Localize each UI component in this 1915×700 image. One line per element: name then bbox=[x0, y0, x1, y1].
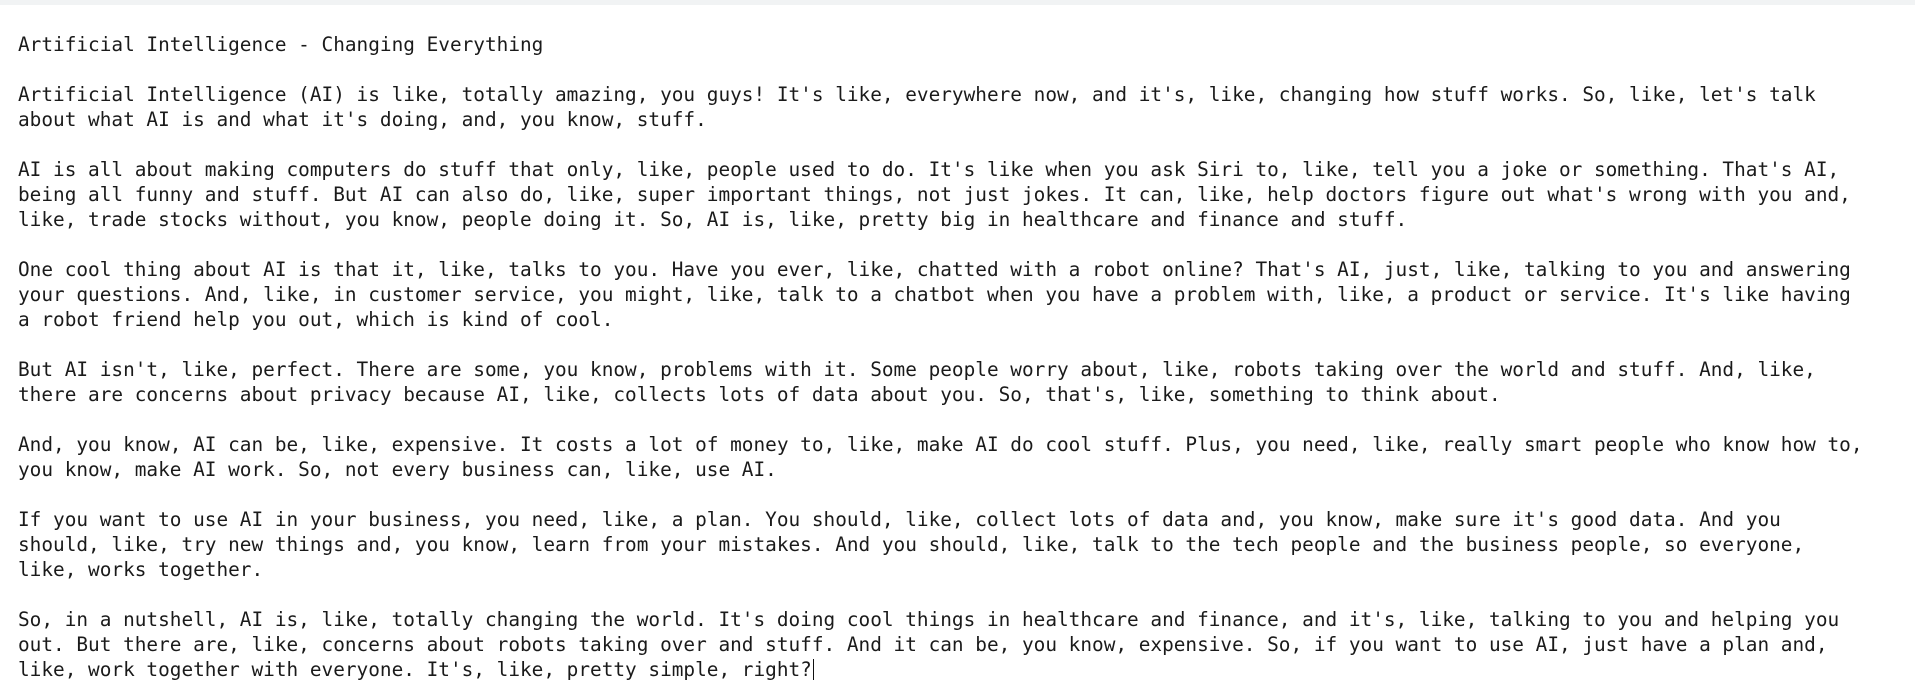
document-text-line bbox=[18, 482, 1908, 507]
document-text-line bbox=[18, 132, 1908, 157]
document-text-line: about what AI is and what it's doing, an… bbox=[18, 108, 707, 131]
document-text-line: your questions. And, like, in customer s… bbox=[18, 283, 1851, 306]
document-text-line: being all funny and stuff. But AI can al… bbox=[18, 183, 1851, 206]
document-text-line: like, trade stocks without, you know, pe… bbox=[18, 208, 1408, 231]
document-text-line: there are concerns about privacy because… bbox=[18, 383, 1501, 406]
text-cursor bbox=[812, 659, 814, 680]
document-text-line: But AI isn't, like, perfect. There are s… bbox=[18, 358, 1816, 381]
document-text-line: like, works together. bbox=[18, 558, 264, 581]
document-text-line bbox=[18, 582, 1908, 607]
document-text-line bbox=[18, 232, 1908, 257]
document-text-line bbox=[18, 332, 1908, 357]
text-editor[interactable]: Artificial Intelligence - Changing Every… bbox=[0, 0, 1915, 700]
document-text-line: So, in a nutshell, AI is, like, totally … bbox=[18, 608, 1840, 631]
document-text-line bbox=[18, 57, 1908, 82]
document-text-line: like, work together with everyone. It's,… bbox=[18, 658, 814, 681]
document-text-area[interactable]: Artificial Intelligence - Changing Every… bbox=[18, 32, 1908, 682]
document-text-line: AI is all about making computers do stuf… bbox=[18, 158, 1840, 181]
document-title-line: Artificial Intelligence - Changing Every… bbox=[18, 33, 544, 56]
document-text-line bbox=[18, 407, 1908, 432]
document-text-line: Artificial Intelligence (AI) is like, to… bbox=[18, 83, 1816, 106]
document-text-line: And, you know, AI can be, like, expensiv… bbox=[18, 433, 1863, 456]
document-text-line: should, like, try new things and, you kn… bbox=[18, 533, 1805, 556]
document-text-line: you know, make AI work. So, not every bu… bbox=[18, 458, 777, 481]
document-text-line: If you want to use AI in your business, … bbox=[18, 508, 1781, 531]
document-text-line: One cool thing about AI is that it, like… bbox=[18, 258, 1851, 281]
document-text-line: a robot friend help you out, which is ki… bbox=[18, 308, 614, 331]
document-text-line: out. But there are, like, concerns about… bbox=[18, 633, 1828, 656]
